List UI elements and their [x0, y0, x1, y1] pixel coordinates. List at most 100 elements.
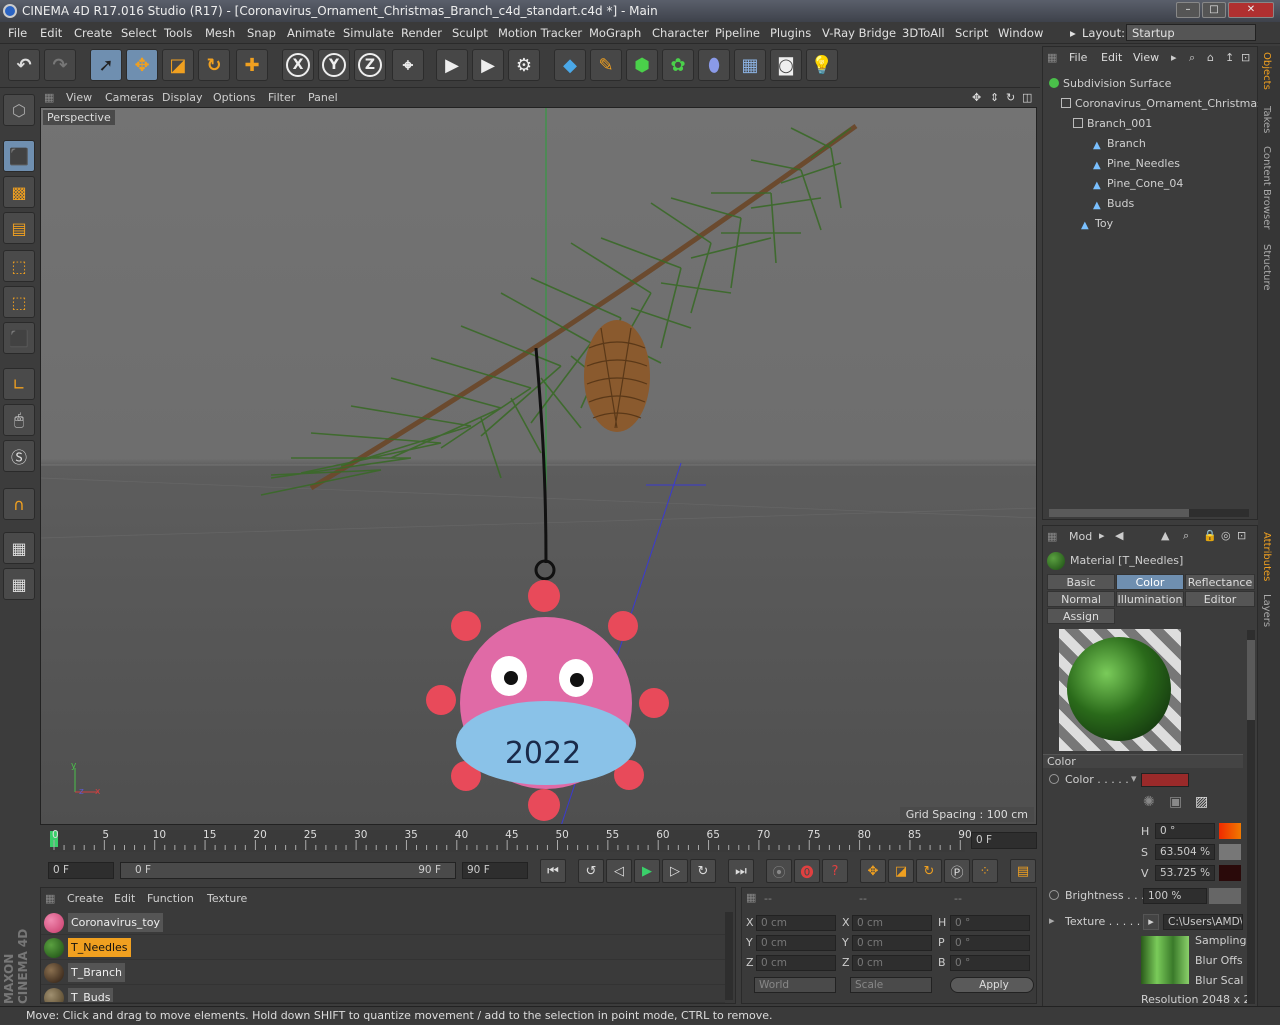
viewport-menu-display[interactable]: Display: [162, 88, 203, 108]
menu-3dtoall[interactable]: 3DToAll: [902, 22, 945, 44]
locked-workplane-icon[interactable]: ▦: [3, 532, 35, 564]
array-generator-icon[interactable]: ✿: [662, 49, 694, 81]
saturation-slider[interactable]: [1219, 844, 1241, 860]
points-mode-icon[interactable]: ⬚: [3, 250, 35, 282]
side-tab-structure[interactable]: Structure: [1261, 244, 1272, 291]
previous-key-icon[interactable]: ↺: [578, 859, 604, 883]
next-key-icon[interactable]: ↻: [690, 859, 716, 883]
tab-editor[interactable]: Editor: [1185, 591, 1255, 607]
menu-edit[interactable]: Edit: [40, 22, 62, 44]
color-expand-icon[interactable]: ▾: [1131, 772, 1137, 785]
make-editable-icon[interactable]: ⬡: [3, 94, 35, 126]
color-spectrum-icon[interactable]: ▣: [1169, 794, 1182, 810]
material-item[interactable]: T_Branch: [41, 960, 725, 985]
viewport-menu-filter[interactable]: Filter: [268, 88, 295, 108]
x-axis-lock-button[interactable]: X: [282, 49, 314, 81]
object-row-buds[interactable]: ▲ Buds: [1093, 197, 1134, 211]
object-row-pine-cone[interactable]: ▲ Pine_Cone_04: [1093, 177, 1183, 191]
viewport-menu-options[interactable]: Options: [213, 88, 255, 108]
menu-character[interactable]: Character: [652, 22, 709, 44]
timeline-ruler[interactable]: 0 5 10 15 20 25 30 35 40 45 50 55 60 65 70 75 80 85 90 0 F: [40, 826, 1037, 856]
texture-path-field[interactable]: C:\Users\AMD\: [1163, 914, 1243, 930]
object-row-pine-needles[interactable]: ▲ Pine_Needles: [1093, 157, 1180, 171]
object-menu-arrow-icon[interactable]: ▸: [1171, 51, 1177, 64]
material-menu-texture[interactable]: Texture: [207, 888, 247, 910]
brightness-slider[interactable]: [1209, 888, 1241, 904]
side-tab-takes[interactable]: Takes: [1261, 106, 1272, 133]
redo-icon[interactable]: ↷: [44, 49, 76, 81]
brightness-radio-icon[interactable]: [1049, 890, 1059, 900]
planar-workplane-icon[interactable]: ▦: [3, 568, 35, 600]
axis-mode-icon[interactable]: ∟: [3, 368, 35, 400]
viewport-rotate-icon[interactable]: ↻: [1006, 88, 1015, 108]
render-view-icon[interactable]: ▶: [436, 49, 468, 81]
color-section-header[interactable]: Color: [1043, 754, 1243, 768]
solo-mode-icon[interactable]: Ⓢ: [3, 440, 35, 472]
key-rotation-icon[interactable]: ↻: [916, 859, 942, 883]
apply-button[interactable]: Apply: [950, 977, 1034, 993]
key-parameter-icon[interactable]: Ⓟ: [944, 859, 970, 883]
hue-field[interactable]: 0 °: [1155, 823, 1215, 839]
move-tool-icon[interactable]: ✥: [126, 49, 158, 81]
menu-mesh[interactable]: Mesh: [205, 22, 235, 44]
tab-basic[interactable]: Basic: [1047, 574, 1115, 590]
tab-color[interactable]: Color: [1116, 574, 1184, 590]
menu-file[interactable]: File: [8, 22, 27, 44]
object-home-icon[interactable]: ⌂: [1207, 51, 1214, 64]
undo-icon[interactable]: ↶: [8, 49, 40, 81]
menu-window[interactable]: Window: [998, 22, 1043, 44]
material-menu-edit[interactable]: Edit: [114, 888, 135, 910]
menu-mograph[interactable]: MoGraph: [589, 22, 641, 44]
color-wheel-icon[interactable]: ✺: [1143, 794, 1155, 810]
object-menu-edit[interactable]: Edit: [1101, 51, 1122, 64]
camera-icon[interactable]: ◙: [770, 49, 802, 81]
color-swatch[interactable]: [1141, 773, 1189, 787]
next-frame-icon[interactable]: ▷: [662, 859, 688, 883]
position-z-field[interactable]: 0 cm: [756, 955, 836, 971]
menu-simulate[interactable]: Simulate: [343, 22, 394, 44]
go-to-end-icon[interactable]: ⏭: [728, 859, 754, 883]
menu-select[interactable]: Select: [121, 22, 156, 44]
side-tab-content-browser[interactable]: Content Browser: [1261, 146, 1272, 229]
attribute-mode-menu[interactable]: Mod: [1069, 530, 1092, 543]
rotation-h-field[interactable]: 0 °: [950, 915, 1030, 931]
layout-select[interactable]: Startup: [1126, 24, 1256, 41]
workplane-mode-icon[interactable]: ▤: [3, 212, 35, 244]
position-y-field[interactable]: 0 cm: [756, 935, 836, 951]
texture-mode-icon[interactable]: ▩: [3, 176, 35, 208]
polygons-mode-icon[interactable]: ⬛: [3, 322, 35, 354]
attribute-new-icon[interactable]: ⊡: [1237, 529, 1246, 542]
y-axis-lock-button[interactable]: Y: [318, 49, 350, 81]
object-menu-view[interactable]: View: [1133, 51, 1159, 64]
side-tab-objects[interactable]: Objects: [1261, 52, 1272, 90]
edges-mode-icon[interactable]: ⬚: [3, 286, 35, 318]
viewport-menu-panel[interactable]: Panel: [308, 88, 338, 108]
keyframe-selection-icon[interactable]: ?: [822, 859, 848, 883]
color-picture-icon[interactable]: ▨: [1195, 794, 1208, 810]
deformer-icon[interactable]: ⬮: [698, 49, 730, 81]
texture-menu-icon[interactable]: ▸: [1143, 914, 1159, 930]
maximize-button[interactable]: □: [1202, 2, 1226, 18]
live-selection-icon[interactable]: ➚: [90, 49, 122, 81]
tweak-mode-icon[interactable]: 🖱: [3, 404, 35, 436]
recent-tool-icon[interactable]: ✚: [236, 49, 268, 81]
minimize-button[interactable]: –: [1176, 2, 1200, 18]
viewport-move-icon[interactable]: ✥: [972, 88, 981, 108]
object-row-subdivision-surface[interactable]: Subdivision Surface: [1049, 77, 1171, 90]
light-icon[interactable]: 💡: [806, 49, 838, 81]
cube-primitive-icon[interactable]: ◆: [554, 49, 586, 81]
object-scrollbar[interactable]: [1049, 509, 1249, 517]
object-new-icon[interactable]: ⊡: [1241, 51, 1250, 64]
rotation-p-field[interactable]: 0 °: [950, 935, 1030, 951]
menu-script[interactable]: Script: [955, 22, 988, 44]
3d-viewport[interactable]: 2022 y x z Perspective Grid Spacing : 10…: [40, 107, 1037, 825]
viewport-menu-cameras[interactable]: Cameras: [105, 88, 154, 108]
object-row-toy[interactable]: ▲ Toy: [1081, 217, 1113, 231]
end-frame-field[interactable]: 90 F: [462, 862, 528, 879]
menu-animate[interactable]: Animate: [287, 22, 335, 44]
menu-render[interactable]: Render: [401, 22, 442, 44]
frame-range-slider[interactable]: 0 F 90 F: [120, 862, 456, 879]
hue-slider[interactable]: [1219, 823, 1241, 839]
play-forward-icon[interactable]: ▶: [634, 859, 660, 883]
material-item-selected[interactable]: T_Needles: [41, 935, 725, 960]
